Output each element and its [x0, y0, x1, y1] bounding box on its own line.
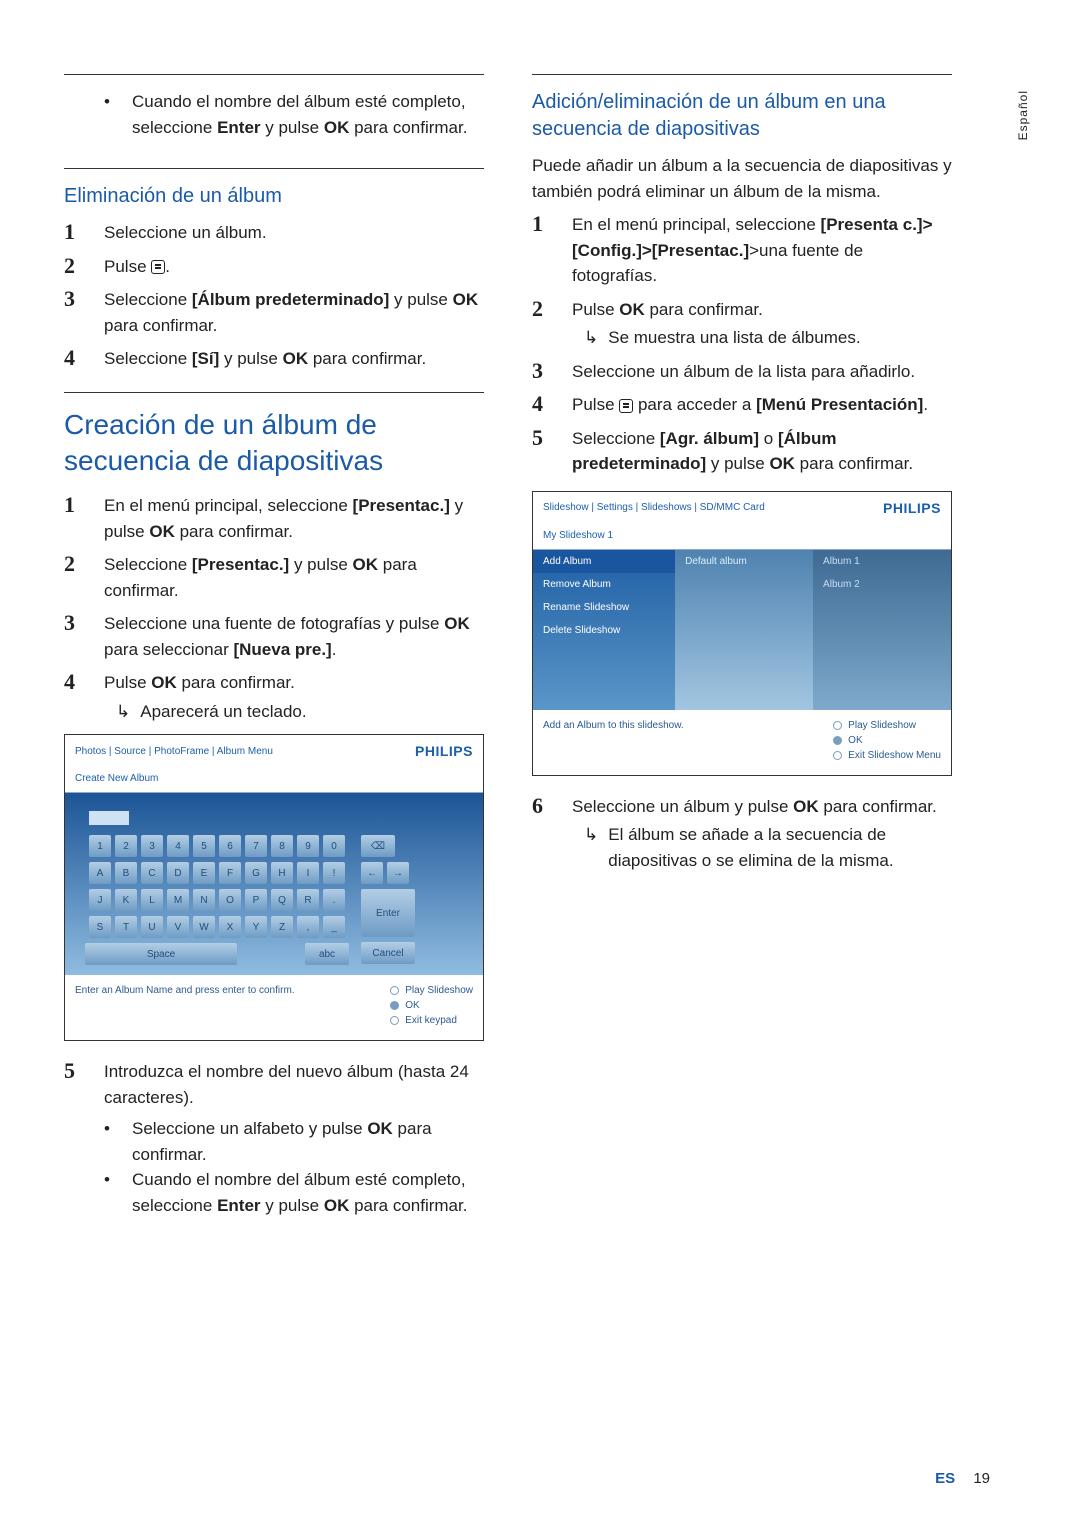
- key: !: [323, 862, 345, 884]
- key: E: [193, 862, 215, 884]
- page-footer: ES 19: [935, 1470, 990, 1487]
- delete-steps: 1Seleccione un álbum. 2Pulse . 3Seleccio…: [64, 220, 484, 372]
- heading-create-slideshow-album: Creación de un álbum de secuencia de dia…: [64, 407, 484, 480]
- key: R: [297, 889, 319, 911]
- key: I: [297, 862, 319, 884]
- menu-item: Default album: [675, 550, 813, 573]
- lang-code: ES: [935, 1470, 955, 1487]
- screenshot-footer-actions: Play Slideshow OK Exit Slideshow Menu: [833, 720, 941, 765]
- key: 8: [271, 835, 293, 857]
- key: N: [193, 889, 215, 911]
- screenshot-footer-hint: Add an Album to this slideshow.: [543, 720, 684, 765]
- heading-add-remove-album: Adición/eliminación de un álbum en una s…: [532, 89, 952, 143]
- key-enter: Enter: [361, 889, 415, 937]
- menu-item: Album 2: [813, 573, 951, 596]
- key: 9: [297, 835, 319, 857]
- right-column: Adición/eliminación de un álbum en una s…: [532, 60, 952, 1226]
- breadcrumb: Slideshow | Settings | Slideshows | SD/M…: [543, 502, 765, 513]
- left-column: • Cuando el nombre del álbum esté comple…: [64, 60, 484, 1226]
- key: L: [141, 889, 163, 911]
- top-note-bullet: • Cuando el nombre del álbum esté comple…: [64, 89, 484, 140]
- result-arrow-icon: ↳: [584, 822, 598, 873]
- philips-logo: PHILIPS: [883, 500, 941, 516]
- key: V: [167, 916, 189, 938]
- key: J: [89, 889, 111, 911]
- key: P: [245, 889, 267, 911]
- step-text: Seleccione [Sí] y pulse OK para confirma…: [104, 346, 426, 372]
- key: 5: [193, 835, 215, 857]
- screenshot-footer-hint: Enter an Album Name and press enter to c…: [75, 985, 295, 1030]
- step-text: Seleccione un álbum.: [104, 220, 267, 246]
- key: _: [323, 916, 345, 938]
- key: F: [219, 862, 241, 884]
- screenshot-subtitle: Create New Album: [65, 765, 483, 793]
- key: 2: [115, 835, 137, 857]
- key: B: [115, 862, 137, 884]
- key: 1: [89, 835, 111, 857]
- menu-item: Remove Album: [533, 573, 675, 596]
- key-right-arrow-icon: →: [387, 862, 409, 884]
- intro-text: Puede añadir un álbum a la secuencia de …: [532, 153, 952, 204]
- key: G: [245, 862, 267, 884]
- key: 4: [167, 835, 189, 857]
- key: ,: [297, 916, 319, 938]
- screenshot-slideshow-album-menu: Slideshow | Settings | Slideshows | SD/M…: [532, 491, 952, 776]
- key-abc: abc: [305, 943, 349, 965]
- key: .: [323, 889, 345, 911]
- key: Q: [271, 889, 293, 911]
- album-name-input: [89, 811, 129, 825]
- menu-item: Rename Slideshow: [533, 596, 675, 619]
- key-cancel: Cancel: [361, 942, 415, 964]
- menu-icon: [619, 399, 633, 413]
- key-left-arrow-icon: ←: [361, 862, 383, 884]
- screenshot-footer-actions: Play Slideshow OK Exit keypad: [390, 985, 473, 1030]
- create-steps: 1En el menú principal, seleccione [Prese…: [64, 493, 484, 724]
- bullet-icon: •: [104, 89, 114, 140]
- key: M: [167, 889, 189, 911]
- key: W: [193, 916, 215, 938]
- key-backspace-icon: ⌫: [361, 835, 395, 857]
- key: T: [115, 916, 137, 938]
- key: C: [141, 862, 163, 884]
- menu-col-actions: Add Album Remove Album Rename Slideshow …: [533, 550, 675, 710]
- menu-item: Add Album: [533, 550, 675, 573]
- step-text: Pulse .: [104, 254, 170, 280]
- key: 0: [323, 835, 345, 857]
- key: 7: [245, 835, 267, 857]
- key: A: [89, 862, 111, 884]
- screenshot-subtitle: My Slideshow 1: [533, 522, 951, 550]
- key: U: [141, 916, 163, 938]
- menu-icon: [151, 260, 165, 274]
- breadcrumb: Photos | Source | PhotoFrame | Album Men…: [75, 746, 273, 757]
- key: 3: [141, 835, 163, 857]
- menu-item: Album 1: [813, 550, 951, 573]
- menu-item: Delete Slideshow: [533, 619, 675, 642]
- key: X: [219, 916, 241, 938]
- key: 6: [219, 835, 241, 857]
- page-columns: • Cuando el nombre del álbum esté comple…: [64, 60, 1016, 1226]
- heading-delete-album: Eliminación de un álbum: [64, 183, 484, 210]
- key: D: [167, 862, 189, 884]
- language-tab: Español: [1016, 90, 1030, 140]
- add-remove-steps: 1En el menú principal, seleccione [Prese…: [532, 212, 952, 477]
- key: H: [271, 862, 293, 884]
- key: Z: [271, 916, 293, 938]
- key: O: [219, 889, 241, 911]
- screenshot-create-album-keyboard: Photos | Source | PhotoFrame | Album Men…: [64, 734, 484, 1041]
- result-arrow-icon: ↳: [116, 699, 130, 725]
- result-arrow-icon: ↳: [584, 325, 598, 351]
- philips-logo: PHILIPS: [415, 743, 473, 759]
- key: Y: [245, 916, 267, 938]
- step-text: Seleccione [Álbum predeterminado] y puls…: [104, 287, 484, 338]
- page-number: 19: [973, 1470, 990, 1487]
- key: S: [89, 916, 111, 938]
- menu-col-albums: Album 1 Album 2: [813, 550, 951, 710]
- key-space: Space: [85, 943, 237, 965]
- menu-col-middle: Default album: [675, 550, 813, 710]
- top-note-text: Cuando el nombre del álbum esté completo…: [132, 89, 484, 140]
- key: K: [115, 889, 137, 911]
